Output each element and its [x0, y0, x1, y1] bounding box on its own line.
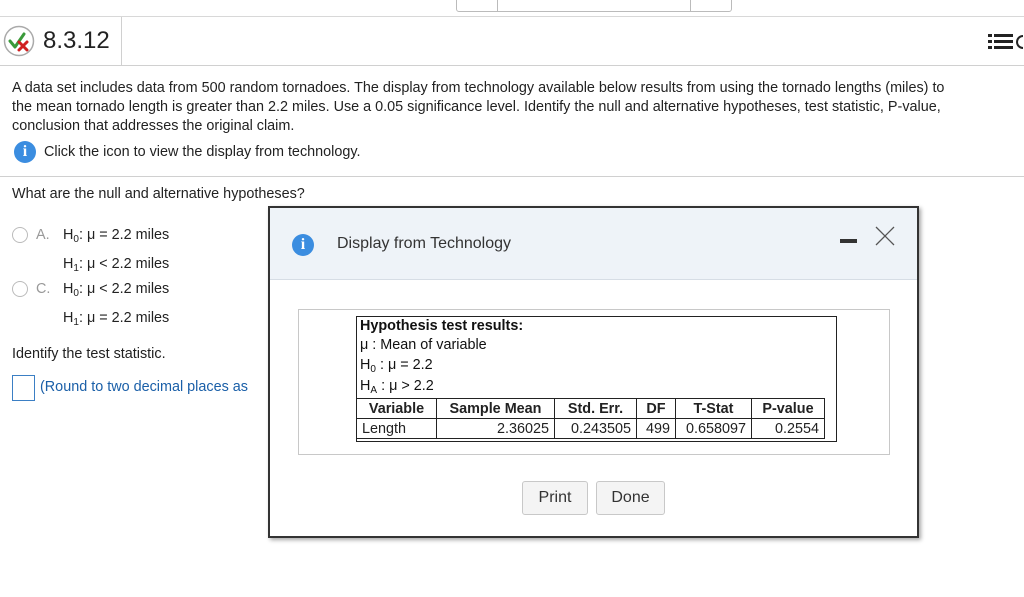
question-text: A data set includes data from 500 random… [12, 79, 1024, 136]
table-cell: 499 [636, 418, 676, 439]
technology-output-panel: Hypothesis test results: μ : Mean of var… [298, 309, 890, 455]
results-heading: Hypothesis test results: [360, 318, 524, 334]
dialog-header: i Display from Technology [270, 208, 917, 280]
dialog-title: Display from Technology [337, 235, 512, 252]
alternative-hypothesis: HA : μ > 2.2 [360, 378, 434, 396]
column-header: Sample Mean [436, 398, 555, 419]
done-button[interactable]: Done [596, 481, 665, 515]
hypothesis-test-results: Hypothesis test results: μ : Mean of var… [356, 316, 837, 442]
option-c-h0: H0: μ < 2.2 miles [63, 281, 170, 299]
question-header: 8.3.12 [0, 17, 1024, 66]
hypotheses-prompt: What are the null and alternative hypoth… [12, 186, 305, 202]
test-statistic-input[interactable] [12, 375, 35, 401]
table-cell: 2.36025 [436, 418, 555, 439]
print-button[interactable]: Print [522, 481, 588, 515]
mu-definition: μ : Mean of variable [360, 337, 487, 353]
question-line: the mean tornado length is greater than … [12, 99, 941, 115]
column-header: Std. Err. [554, 398, 637, 419]
info-icon: i [292, 234, 314, 256]
table-cell: 0.658097 [675, 418, 752, 439]
option-a-h0: H0: μ = 2.2 miles [63, 227, 170, 245]
section-divider [0, 176, 1024, 177]
technology-info-link[interactable]: i Click the icon to view the display from… [14, 141, 360, 163]
info-icon[interactable]: i [14, 141, 36, 163]
column-header: P-value [751, 398, 825, 419]
option-a-radio[interactable] [12, 227, 28, 243]
table-cell: 0.243505 [554, 418, 637, 439]
question-list-icon[interactable] [985, 29, 1024, 55]
info-link-text[interactable]: Click the icon to view the display from … [44, 144, 360, 160]
rounding-note: (Round to two decimal places as [40, 379, 248, 395]
option-c-radio[interactable] [12, 281, 28, 297]
results-table: Variable Sample Mean Std. Err. DF T-Stat… [356, 398, 825, 439]
question-number: 8.3.12 [43, 27, 110, 54]
option-letter: C. [36, 281, 51, 297]
question-line: A data set includes data from 500 random… [12, 80, 945, 96]
table-row: Length 2.36025 0.243505 499 0.658097 0.2… [356, 418, 825, 439]
table-header-row: Variable Sample Mean Std. Err. DF T-Stat… [356, 398, 825, 419]
table-cell: Length [356, 418, 437, 439]
minimize-button[interactable] [840, 239, 857, 243]
null-hypothesis: H0 : μ = 2.2 [360, 357, 433, 375]
table-cell: 0.2554 [751, 418, 825, 439]
column-header: DF [636, 398, 676, 419]
test-statistic-prompt: Identify the test statistic. [12, 346, 166, 362]
close-icon[interactable] [873, 224, 897, 248]
question-line: conclusion that addresses the original c… [12, 118, 295, 134]
partially-correct-icon [3, 25, 35, 57]
column-header: T-Stat [675, 398, 752, 419]
column-header: Variable [356, 398, 437, 419]
option-letter: A. [36, 227, 50, 243]
option-c-h1: H1: μ = 2.2 miles [63, 310, 170, 328]
question-nav[interactable] [456, 0, 732, 12]
technology-dialog: i Display from Technology Hypothesis tes… [268, 206, 919, 538]
